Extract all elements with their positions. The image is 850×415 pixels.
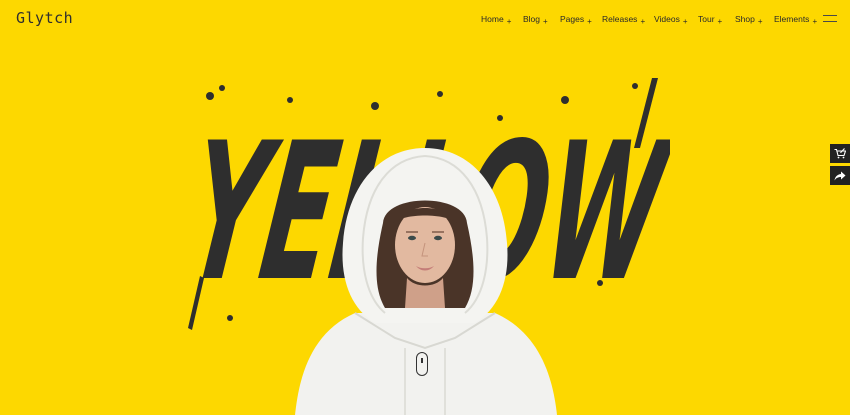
share-button[interactable]	[830, 166, 850, 185]
nav-item-shop[interactable]: Shop +	[735, 14, 774, 26]
nav-item-videos[interactable]: Videos +	[654, 14, 698, 26]
nav-label: Videos	[654, 14, 680, 24]
cart-icon	[834, 148, 846, 159]
nav-item-home[interactable]: Home +	[481, 14, 523, 26]
plus-icon: +	[506, 17, 512, 26]
plus-icon: +	[587, 17, 592, 26]
nav-item-releases[interactable]: Releases +	[602, 14, 654, 26]
nav-label: Releases	[602, 14, 638, 24]
plus-icon: +	[682, 17, 688, 26]
nav-item-blog[interactable]: Blog +	[523, 14, 560, 26]
share-arrow-icon	[834, 171, 846, 180]
hamburger-icon[interactable]	[823, 15, 837, 23]
nav-label: Tour	[698, 14, 715, 24]
scroll-wheel	[421, 358, 423, 363]
site-logo[interactable]: Glytch	[16, 9, 73, 27]
mouse-scroll-icon[interactable]	[416, 352, 428, 376]
hero-page: Glytch Home + Blog + Pages + Releases + …	[0, 0, 850, 415]
cart-button[interactable]	[830, 144, 850, 163]
plus-icon: +	[717, 17, 723, 26]
plus-icon: +	[640, 17, 646, 26]
plus-icon: +	[757, 17, 763, 26]
main-nav: Home + Blog + Pages + Releases + Videos …	[481, 14, 822, 26]
nav-label: Home	[481, 14, 504, 24]
nav-label: Elements	[774, 14, 810, 24]
plus-icon: +	[543, 17, 548, 26]
nav-item-elements[interactable]: Elements +	[774, 14, 822, 26]
nav-label: Shop	[735, 14, 755, 24]
nav-label: Blog	[523, 14, 541, 24]
nav-item-tour[interactable]: Tour +	[698, 14, 735, 26]
plus-icon: +	[812, 17, 818, 26]
nav-label: Pages	[560, 14, 585, 24]
nav-item-pages[interactable]: Pages +	[560, 14, 602, 26]
